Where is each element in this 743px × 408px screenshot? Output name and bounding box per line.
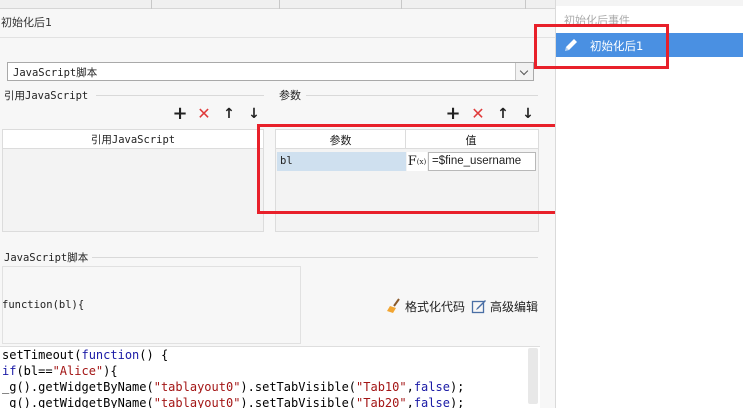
format-code-button[interactable]: 格式化代码 [386, 297, 465, 315]
top-tab[interactable] [280, 0, 402, 9]
references-list[interactable]: 引用JavaScript [2, 129, 264, 232]
move-down-reference-button[interactable]: ↓ [246, 106, 262, 122]
references-label: 引用JavaScript [4, 90, 89, 102]
move-up-reference-button[interactable]: ↑ [221, 106, 237, 122]
panel-title: 初始化后1 [1, 16, 52, 29]
code-editor[interactable]: setTimeout(function() { if(bl=="Alice"){… [0, 346, 540, 408]
events-toolbar [556, 0, 743, 6]
top-tab[interactable] [402, 0, 526, 9]
references-column-header: 引用JavaScript [3, 130, 263, 149]
highlight-box-event [534, 24, 669, 69]
broom-icon [386, 298, 402, 314]
script-type-select[interactable]: JavaScript脚本 [7, 62, 534, 81]
highlight-box-params [257, 124, 560, 214]
format-code-label: 格式化代码 [405, 299, 466, 314]
script-type-value: JavaScript脚本 [13, 67, 98, 79]
code-line-2: if(bl=="Alice"){ [2, 363, 118, 379]
function-signature: function(bl){ [2, 299, 85, 311]
top-tab[interactable] [152, 0, 280, 9]
code-line-4: _g().getWidgetByName("tablayout0").setTa… [2, 395, 464, 408]
code-text: _g().getWidgetByName("tablayout0").setTa… [2, 396, 465, 408]
advanced-edit-label: 高级编辑 [490, 299, 539, 314]
script-label: JavaScript脚本 [4, 252, 89, 264]
delete-reference-button[interactable]: ✕ [196, 106, 212, 122]
code-line-1: setTimeout(function() { [2, 347, 168, 363]
advanced-edit-button[interactable]: 高级编辑 [471, 297, 538, 315]
params-label: 参数 [279, 89, 301, 102]
code-text: if(bl=="Alice"){ [2, 364, 118, 378]
edit-icon [471, 298, 487, 314]
divider [306, 95, 538, 96]
add-param-button[interactable]: + [445, 105, 461, 123]
top-tab-strip [0, 0, 555, 9]
add-reference-button[interactable]: + [172, 105, 188, 123]
code-scrollbar[interactable] [528, 348, 538, 404]
divider [96, 95, 264, 96]
event-editor-panel: 初始化后1 JavaScript脚本 引用JavaScript + ✕ ↑ ↓ … [0, 0, 560, 408]
chevron-down-icon[interactable] [515, 63, 533, 80]
code-line-3: _g().getWidgetByName("tablayout0").setTa… [2, 379, 464, 395]
divider [0, 37, 555, 38]
top-tab[interactable] [0, 0, 152, 9]
code-text: setTimeout(function() { [2, 348, 169, 362]
move-down-param-button[interactable]: ↓ [520, 106, 536, 122]
code-text: _g().getWidgetByName("tablayout0").setTa… [2, 380, 465, 394]
divider [92, 257, 538, 258]
move-up-param-button[interactable]: ↑ [495, 106, 511, 122]
delete-param-button[interactable]: ✕ [470, 106, 486, 122]
